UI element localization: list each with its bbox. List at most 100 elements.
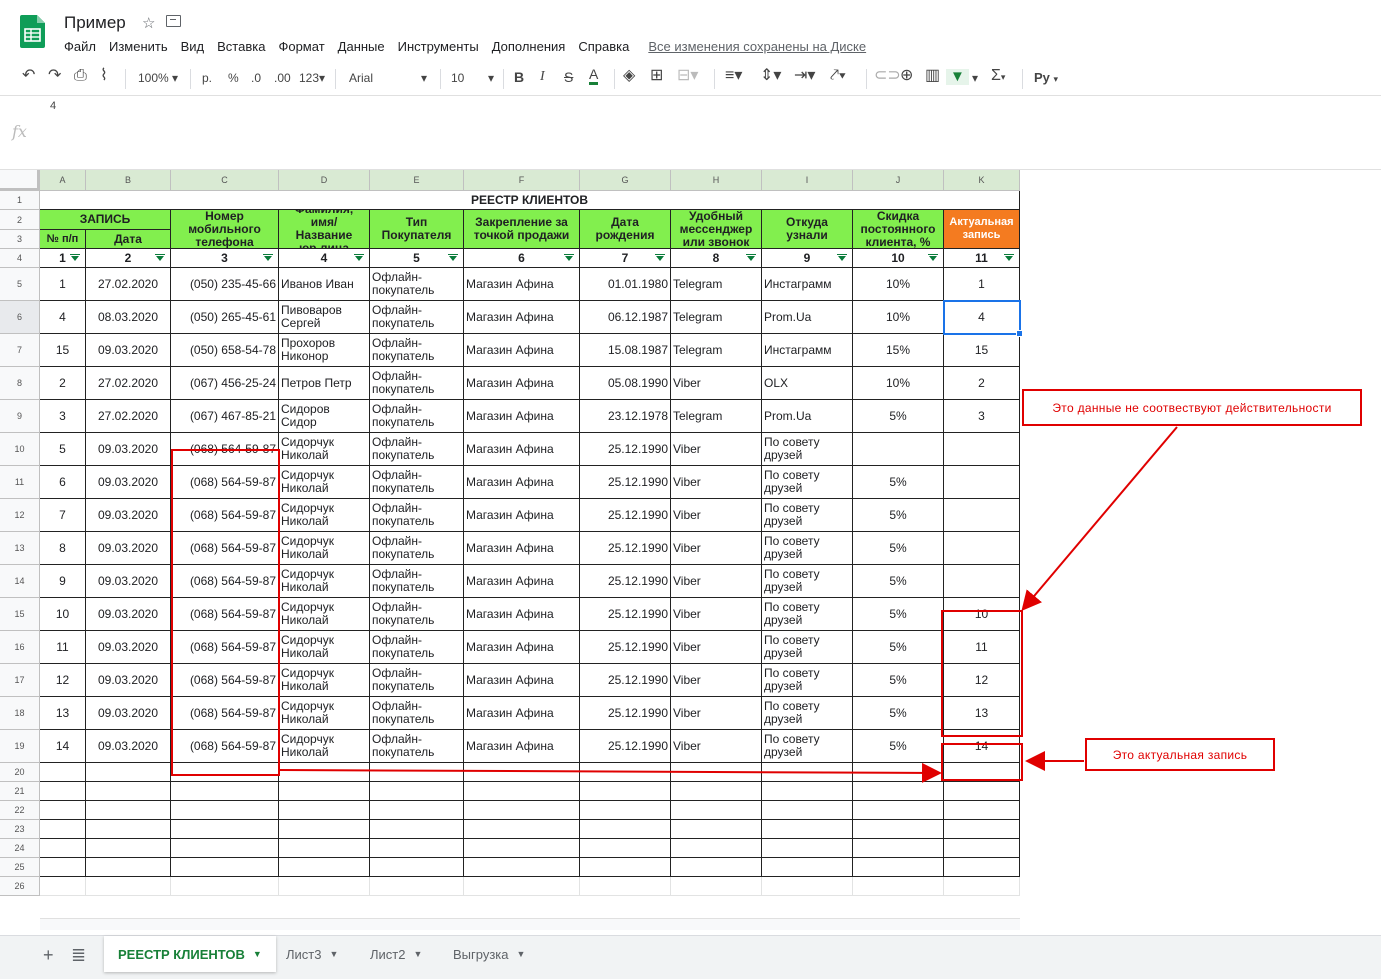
cell-r14-H[interactable]: Viber — [671, 565, 762, 598]
cell-r17-G[interactable]: 25.12.1990 — [580, 664, 671, 697]
cell-r11-D[interactable]: Сидорчук Николай — [279, 466, 370, 499]
print-icon[interactable]: ⎙ — [74, 68, 87, 84]
cell-r10-B[interactable]: 09.03.2020 — [86, 433, 171, 466]
empty-cell[interactable] — [370, 763, 464, 782]
fill-color-icon[interactable]: ◈ — [623, 68, 635, 84]
cell-r19-E[interactable]: Офлайн-покупатель — [370, 730, 464, 763]
cell-r6-I[interactable]: Prom.Ua — [762, 301, 853, 334]
menu-edit[interactable]: Изменить — [109, 39, 168, 54]
empty-cell[interactable] — [853, 763, 944, 782]
cell-r17-B[interactable]: 09.03.2020 — [86, 664, 171, 697]
cell-r7-E[interactable]: Офлайн-покупатель — [370, 334, 464, 367]
decrease-decimal-button[interactable]: .0 — [251, 70, 261, 86]
empty-cell[interactable] — [671, 858, 762, 877]
cell-r8-B[interactable]: 27.02.2020 — [86, 367, 171, 400]
empty-cell[interactable] — [762, 839, 853, 858]
cell-r12-E[interactable]: Офлайн-покупатель — [370, 499, 464, 532]
empty-cell[interactable] — [944, 801, 1020, 820]
filter-icon[interactable] — [155, 254, 165, 262]
empty-cell[interactable] — [671, 801, 762, 820]
cell-r14-D[interactable]: Сидорчук Николай — [279, 565, 370, 598]
filter-icon[interactable] — [837, 254, 847, 262]
cell-r16-I[interactable]: По совету друзей — [762, 631, 853, 664]
empty-cell[interactable] — [370, 820, 464, 839]
column-header-B[interactable]: B — [86, 170, 171, 191]
empty-cell[interactable] — [464, 763, 580, 782]
row-header-21[interactable]: 21 — [0, 782, 40, 801]
cell-r13-G[interactable]: 25.12.1990 — [580, 532, 671, 565]
empty-cell[interactable] — [762, 820, 853, 839]
cell-r17-D[interactable]: Сидорчук Николай — [279, 664, 370, 697]
empty-cell[interactable] — [279, 801, 370, 820]
cell-r9-F[interactable]: Магазин Афина — [464, 400, 580, 433]
empty-cell[interactable] — [279, 877, 370, 896]
filter-icon[interactable] — [263, 254, 273, 262]
cell-r8-F[interactable]: Магазин Афина — [464, 367, 580, 400]
save-status-link[interactable]: Все изменения сохранены на Диске — [648, 39, 866, 54]
filter-icon[interactable] — [448, 254, 458, 262]
cell-r17-E[interactable]: Офлайн-покупатель — [370, 664, 464, 697]
empty-cell[interactable] — [853, 782, 944, 801]
row-header-2[interactable]: 2 — [0, 210, 40, 230]
cell-r10-I[interactable]: По совету друзей — [762, 433, 853, 466]
cell-r15-I[interactable]: По совету друзей — [762, 598, 853, 631]
empty-cell[interactable] — [464, 858, 580, 877]
empty-cell[interactable] — [370, 839, 464, 858]
cell-r15-E[interactable]: Офлайн-покупатель — [370, 598, 464, 631]
row-header-13[interactable]: 13 — [0, 532, 40, 565]
cell-r15-D[interactable]: Сидорчук Николай — [279, 598, 370, 631]
cell-r9-A[interactable]: 3 — [40, 400, 86, 433]
cell-r16-F[interactable]: Магазин Афина — [464, 631, 580, 664]
zoom-select[interactable]: 100% ▾ — [138, 70, 178, 86]
cell-r8-E[interactable]: Офлайн-покупатель — [370, 367, 464, 400]
cell-r19-A[interactable]: 14 — [40, 730, 86, 763]
cell-r14-E[interactable]: Офлайн-покупатель — [370, 565, 464, 598]
header-type[interactable]: Тип Покупателя — [370, 210, 464, 249]
cell-r5-C[interactable]: (050) 235-45-66 — [171, 268, 279, 301]
cell-r6-E[interactable]: Офлайн-покупатель — [370, 301, 464, 334]
cell-r8-G[interactable]: 05.08.1990 — [580, 367, 671, 400]
header-actual[interactable]: Актуальная запись — [944, 210, 1020, 249]
header-messenger[interactable]: Удобный мессенджер или звонок — [671, 210, 762, 249]
empty-cell[interactable] — [40, 801, 86, 820]
filter-icon[interactable] — [70, 254, 80, 262]
cell-r18-I[interactable]: По совету друзей — [762, 697, 853, 730]
font-select[interactable]: Arial ▾ — [349, 70, 429, 86]
cell-r13-I[interactable]: По совету друзей — [762, 532, 853, 565]
cell-r12-F[interactable]: Магазин Афина — [464, 499, 580, 532]
empty-cell[interactable] — [671, 763, 762, 782]
tab-list3[interactable]: Лист3 ▼ — [272, 936, 352, 972]
cell-r7-I[interactable]: Инстаграмм — [762, 334, 853, 367]
cell-r7-H[interactable]: Telegram — [671, 334, 762, 367]
cell-r9-C[interactable]: (067) 467-85-21 — [171, 400, 279, 433]
cell-r5-J[interactable]: 10% — [853, 268, 944, 301]
cell-r16-G[interactable]: 25.12.1990 — [580, 631, 671, 664]
active-cell-selection[interactable] — [943, 300, 1023, 337]
cell-r15-F[interactable]: Магазин Афина — [464, 598, 580, 631]
empty-cell[interactable] — [580, 763, 671, 782]
name-box[interactable]: 4 — [50, 100, 56, 112]
row-header-3[interactable]: 3 — [0, 230, 40, 249]
row-header-17[interactable]: 17 — [0, 664, 40, 697]
cell-r5-K[interactable]: 1 — [944, 268, 1020, 301]
column-header-G[interactable]: G — [580, 170, 671, 191]
cell-r19-D[interactable]: Сидорчук Николай — [279, 730, 370, 763]
cell-r16-H[interactable]: Viber — [671, 631, 762, 664]
row-header-16[interactable]: 16 — [0, 631, 40, 664]
filter-icon[interactable] — [928, 254, 938, 262]
filter-icon[interactable] — [1004, 254, 1014, 262]
cell-r5-E[interactable]: Офлайн-покупатель — [370, 268, 464, 301]
cell-r16-B[interactable]: 09.03.2020 — [86, 631, 171, 664]
menu-view[interactable]: Вид — [181, 39, 205, 54]
horizontal-scrollbar[interactable] — [40, 918, 1020, 930]
rotate-icon[interactable]: ⤤▾ — [830, 68, 846, 84]
cell-r18-F[interactable]: Магазин Афина — [464, 697, 580, 730]
menu-insert[interactable]: Вставка — [217, 39, 265, 54]
empty-cell[interactable] — [671, 820, 762, 839]
empty-cell[interactable] — [86, 820, 171, 839]
row-header-14[interactable]: 14 — [0, 565, 40, 598]
cell-r18-H[interactable]: Viber — [671, 697, 762, 730]
cell-r14-I[interactable]: По совету друзей — [762, 565, 853, 598]
cell-r17-F[interactable]: Магазин Афина — [464, 664, 580, 697]
menu-data[interactable]: Данные — [338, 39, 385, 54]
